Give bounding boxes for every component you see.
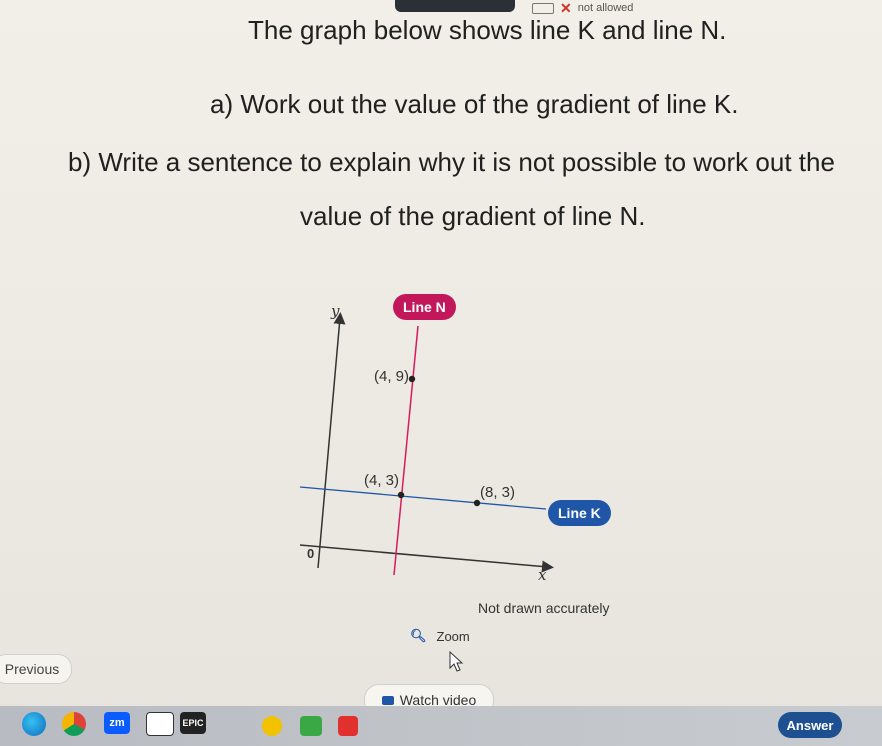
zoom-label: Zoom — [436, 628, 470, 644]
point-label-4-3: (4, 3) — [364, 472, 399, 489]
point-label-8-3: (8, 3) — [480, 484, 515, 501]
point-4-3 — [397, 491, 405, 499]
line-n — [393, 325, 419, 576]
taskbar-app-green-icon[interactable] — [300, 716, 322, 736]
y-axis-label: y — [330, 302, 340, 320]
notion-icon[interactable] — [146, 712, 174, 736]
origin-label: 0 — [307, 546, 314, 561]
taskbar — [0, 706, 882, 746]
previous-button[interactable]: Previous — [0, 654, 72, 684]
line-k-label: Line K — [548, 500, 611, 526]
graph: y x 0 (4, 9) (4, 3) (8, 3) — [299, 302, 554, 584]
point-4-9 — [408, 375, 416, 383]
answer-button[interactable]: Answer — [778, 712, 842, 738]
line-n-label: Line N — [393, 294, 456, 320]
magnifier-icon: 🔍︎ — [410, 628, 427, 643]
edge-icon[interactable] — [22, 712, 46, 736]
zoom-button[interactable]: 🔍︎ Zoom — [410, 628, 470, 644]
x-axis — [299, 544, 554, 573]
y-axis — [317, 312, 346, 569]
video-camera-icon — [381, 695, 394, 705]
point-label-4-9: (4, 9) — [374, 368, 409, 385]
accuracy-note: Not drawn accurately — [478, 600, 610, 616]
x-axis-label: x — [538, 566, 547, 584]
epic-games-icon[interactable]: EPIC — [180, 712, 206, 734]
taskbar-app-yellow-icon[interactable] — [262, 716, 282, 736]
chrome-icon[interactable] — [62, 712, 86, 736]
zoom-app-icon[interactable]: zm — [104, 712, 130, 734]
taskbar-app-red-icon[interactable] — [338, 716, 358, 736]
